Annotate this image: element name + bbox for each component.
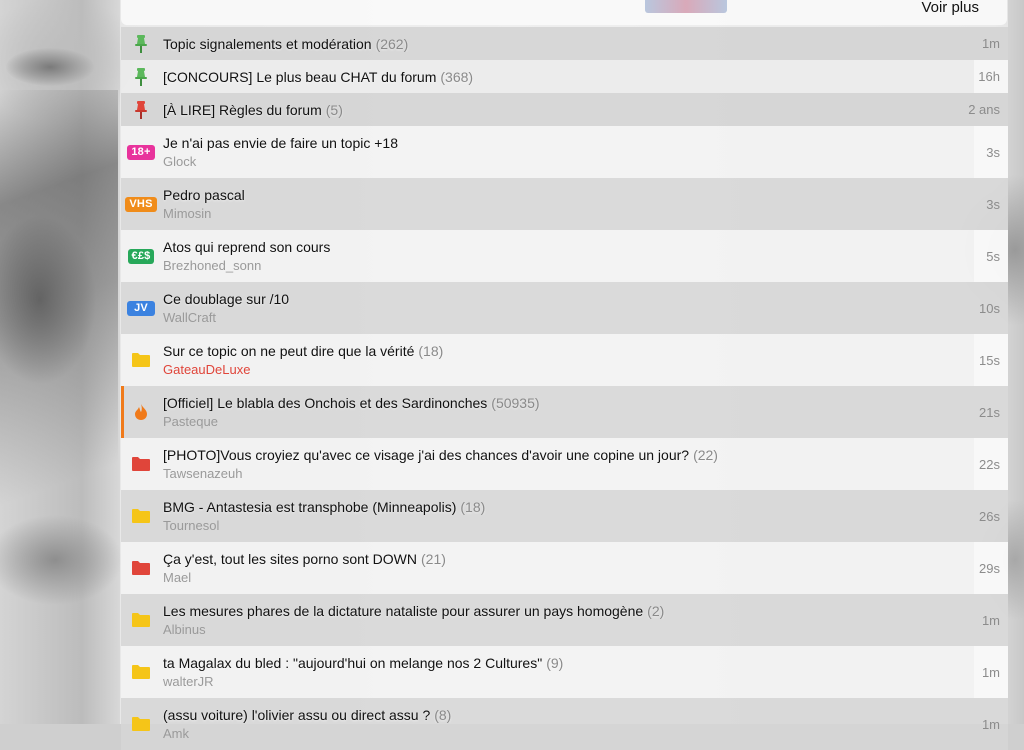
topic-row[interactable]: Ça y'est, tout les sites porno sont DOWN… xyxy=(121,542,1008,594)
yellow-folder-icon xyxy=(121,664,161,680)
topic-author[interactable]: Pasteque xyxy=(163,414,1008,429)
badge-18-icon: 18+ xyxy=(121,144,161,160)
voir-plus-link[interactable]: Voir plus xyxy=(921,0,979,16)
topic-row[interactable]: [CONCOURS] Le plus beau CHAT du forum (36… xyxy=(121,60,1008,93)
topic-time: 3s xyxy=(986,196,1000,212)
badge-jv-icon: JV xyxy=(121,300,161,316)
topic-row[interactable]: [PHOTO]Vous croyiez qu'avec ce visage j'… xyxy=(121,438,1008,490)
topic-title[interactable]: [À LIRE] Règles du forum xyxy=(163,102,322,118)
topic-time: 5s xyxy=(974,230,1008,282)
topic-row[interactable]: 18+ Je n'ai pas envie de faire un topic … xyxy=(121,126,1008,178)
background-art-hair xyxy=(0,90,118,510)
background-art-lips xyxy=(6,48,94,86)
topic-reply-count: (18) xyxy=(418,343,444,359)
topic-title[interactable]: Les mesures phares de la dictature natal… xyxy=(163,603,643,619)
green-pin-icon xyxy=(121,67,161,86)
topic-author[interactable]: Albinus xyxy=(163,622,1008,637)
red-folder-icon xyxy=(121,560,161,576)
topic-reply-count: (262) xyxy=(375,35,409,52)
topic-title[interactable]: Sur ce topic on ne peut dire que la véri… xyxy=(163,343,414,359)
topic-author[interactable]: Glock xyxy=(163,154,1008,169)
topic-author[interactable]: Brezhoned_sonn xyxy=(163,258,1008,273)
topic-time: 16h xyxy=(974,60,1008,93)
topic-reply-count: (368) xyxy=(440,68,474,85)
topic-time: 2 ans xyxy=(968,102,1000,117)
topic-time: 21s xyxy=(979,404,1000,420)
topic-reply-count: (18) xyxy=(460,499,486,515)
topic-time: 10s xyxy=(979,300,1000,316)
topic-reply-count: (22) xyxy=(693,447,718,463)
topic-title[interactable]: Je n'ai pas envie de faire un topic +18 xyxy=(163,135,398,151)
topic-reply-count: (9) xyxy=(546,655,564,671)
topic-row[interactable]: Les mesures phares de la dictature natal… xyxy=(121,594,1008,646)
badge-money-label: €£$ xyxy=(127,248,155,264)
topic-title[interactable]: Topic signalements et modération xyxy=(163,36,372,52)
topic-title[interactable]: ta Magalax du bled : "aujourd'hui on mel… xyxy=(163,655,542,671)
topic-title[interactable]: Atos qui reprend son cours xyxy=(163,239,330,255)
topic-author[interactable]: Mimosin xyxy=(163,206,1008,221)
topic-list: Topic signalements et modération (262) 1m… xyxy=(121,27,1008,750)
topic-list-header: Voir plus xyxy=(121,0,1007,25)
badge-18-label: 18+ xyxy=(127,144,155,160)
topic-reply-count: (50935) xyxy=(491,395,540,411)
badge-vhs-label: VHS xyxy=(125,196,157,212)
flame-icon xyxy=(121,403,161,421)
topic-author[interactable]: Tawsenazeuh xyxy=(163,466,1008,481)
topic-title[interactable]: Ce doublage sur /10 xyxy=(163,291,289,307)
topic-title[interactable]: [Officiel] Le blabla des Onchois et des … xyxy=(163,395,487,411)
yellow-folder-icon xyxy=(121,716,161,732)
topic-time: 1m xyxy=(981,36,1000,51)
topic-title[interactable]: Ça y'est, tout les sites porno sont DOWN xyxy=(163,551,417,567)
topic-reply-count: (2) xyxy=(647,603,665,619)
topic-row[interactable]: [À LIRE] Règles du forum (5) 2 ans xyxy=(121,93,1008,126)
topic-time: 26s xyxy=(979,508,1000,524)
topic-time: 1m xyxy=(981,716,1000,732)
topic-time: 15s xyxy=(974,334,1008,386)
topic-title[interactable]: [CONCOURS] Le plus beau CHAT du forum xyxy=(163,69,436,85)
topic-author[interactable]: Mael xyxy=(163,570,1008,585)
topic-reply-count: (5) xyxy=(325,101,343,118)
topic-author[interactable]: Tournesol xyxy=(163,518,1008,533)
topic-time: 29s xyxy=(974,542,1008,594)
topic-author[interactable]: WallCraft xyxy=(163,310,1008,325)
topic-row[interactable]: (assu voiture) l'olivier assu ou direct … xyxy=(121,698,1008,750)
topic-time: 1m xyxy=(981,612,1000,628)
badge-jv-label: JV xyxy=(127,300,155,316)
topic-row[interactable]: Sur ce topic on ne peut dire que la véri… xyxy=(121,334,1008,386)
banner-thumbnail xyxy=(645,0,727,13)
badge-money-icon: €£$ xyxy=(121,248,161,264)
topic-title[interactable]: (assu voiture) l'olivier assu ou direct … xyxy=(163,707,430,723)
topic-title[interactable]: Pedro pascal xyxy=(163,187,245,203)
red-folder-icon xyxy=(121,456,161,472)
green-pin-icon xyxy=(121,34,161,53)
red-pin-icon xyxy=(121,100,161,119)
topic-time: 3s xyxy=(974,126,1008,178)
topic-time: 1m xyxy=(974,646,1008,698)
topic-row[interactable]: Topic signalements et modération (262) 1m xyxy=(121,27,1008,60)
topic-title[interactable]: BMG - Antastesia est transphobe (Minneap… xyxy=(163,499,456,515)
topic-title[interactable]: [PHOTO]Vous croyiez qu'avec ce visage j'… xyxy=(163,447,689,463)
topic-row[interactable]: [Officiel] Le blabla des Onchois et des … xyxy=(121,386,1008,438)
yellow-folder-icon xyxy=(121,612,161,628)
badge-vhs-icon: VHS xyxy=(121,196,161,212)
topic-row[interactable]: VHS Pedro pascal Mimosin 3s xyxy=(121,178,1008,230)
topic-row[interactable]: JV Ce doublage sur /10 WallCraft 10s xyxy=(121,282,1008,334)
topic-time: 22s xyxy=(974,438,1008,490)
topic-reply-count: (8) xyxy=(434,707,452,723)
topic-author[interactable]: walterJR xyxy=(163,674,1008,689)
yellow-folder-icon xyxy=(121,352,161,368)
topic-row[interactable]: €£$ Atos qui reprend son cours Brezhoned… xyxy=(121,230,1008,282)
topic-row[interactable]: BMG - Antastesia est transphobe (Minneap… xyxy=(121,490,1008,542)
yellow-folder-icon xyxy=(121,508,161,524)
topic-author[interactable]: Amk xyxy=(163,726,1008,741)
topic-row[interactable]: ta Magalax du bled : "aujourd'hui on mel… xyxy=(121,646,1008,698)
topic-author[interactable]: GateauDeLuxe xyxy=(163,362,1008,377)
topic-reply-count: (21) xyxy=(421,551,446,567)
